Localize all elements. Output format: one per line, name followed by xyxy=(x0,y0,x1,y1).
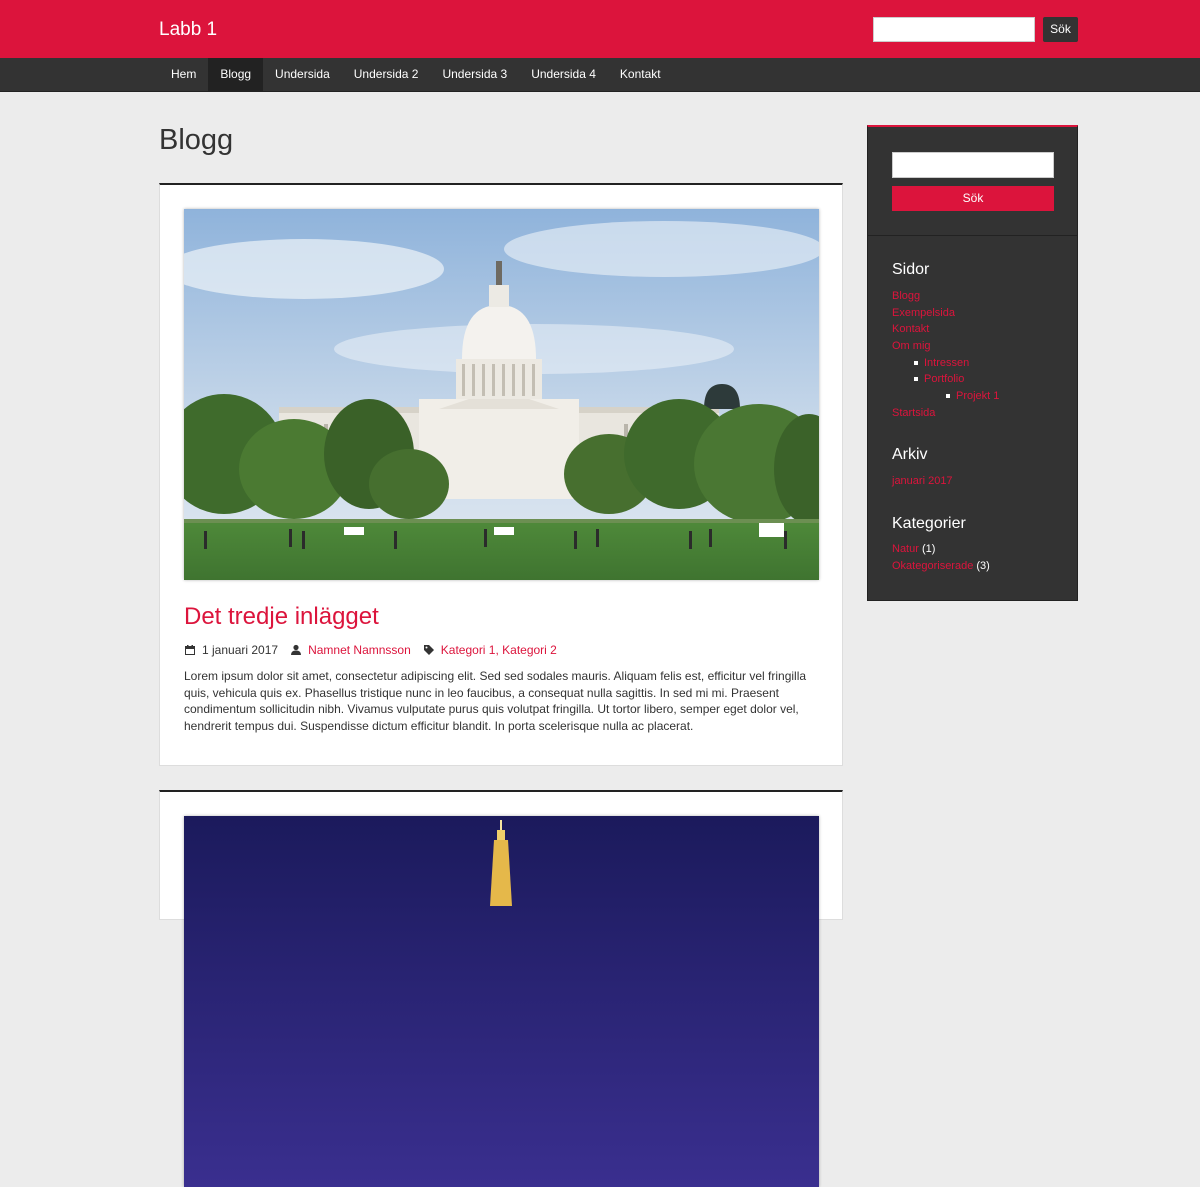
widget-title-pages: Sidor xyxy=(892,261,930,278)
blog-post: Det tredje inlägget 1 januari 2017 Namne… xyxy=(159,183,843,766)
nav-item-undersida-3[interactable]: Undersida 3 xyxy=(430,58,519,91)
archive-link-january-2017[interactable]: januari 2017 xyxy=(892,475,953,487)
sidebar-search-button[interactable]: Sök xyxy=(892,186,1054,211)
sidebar-page-kontakt[interactable]: Kontakt xyxy=(892,323,929,335)
sidebar-page-portfolio[interactable]: Portfolio xyxy=(924,373,964,385)
calendar-icon xyxy=(185,645,195,655)
post-featured-image[interactable] xyxy=(184,816,819,1187)
header-search-input[interactable] xyxy=(873,17,1035,42)
category-link-natur[interactable]: Natur xyxy=(892,543,919,555)
nav-item-hem[interactable]: Hem xyxy=(159,58,208,91)
nav-item-undersida-2[interactable]: Undersida 2 xyxy=(342,58,431,91)
widget-title-archive: Arkiv xyxy=(892,446,928,463)
post-date: 1 januari 2017 xyxy=(202,643,279,657)
nav-item-blogg[interactable]: Blogg xyxy=(208,58,264,91)
header-search-button[interactable]: Sök xyxy=(1043,17,1078,42)
user-icon xyxy=(291,644,302,655)
sidebar-page-intressen[interactable]: Intressen xyxy=(924,357,969,369)
list-bullet xyxy=(914,377,918,381)
post-featured-image[interactable] xyxy=(184,209,819,580)
sidebar-page-startsida[interactable]: Startsida xyxy=(892,407,935,419)
post-excerpt: Lorem ipsum dolor sit amet, consectetur … xyxy=(184,669,807,733)
sidebar-page-projekt-1[interactable]: Projekt 1 xyxy=(956,390,999,402)
sidebar-page-blogg[interactable]: Blogg xyxy=(892,290,920,302)
category-item: Natur (1) xyxy=(892,543,935,555)
sidebar-divider xyxy=(868,235,1077,236)
post-title[interactable]: Det tredje inlägget xyxy=(184,603,379,631)
blog-post xyxy=(159,790,843,1187)
post-author-link[interactable]: Namnet Namnsson xyxy=(308,643,411,657)
post-categories-link[interactable]: Kategori 1, Kategori 2 xyxy=(441,643,557,657)
category-count: (1) xyxy=(921,543,936,555)
sidebar-page-om-mig[interactable]: Om mig xyxy=(892,340,931,352)
category-count: (3) xyxy=(976,560,990,572)
widget-title-categories: Kategorier xyxy=(892,515,966,532)
category-item: Okategoriserade (3) xyxy=(892,560,990,572)
sidebar-search-input[interactable] xyxy=(892,152,1054,178)
tag-icon xyxy=(423,645,434,655)
eiffel-tower-night-image xyxy=(184,816,819,1187)
category-link-okategoriserade[interactable]: Okategoriserade xyxy=(892,560,973,572)
list-bullet xyxy=(914,361,918,365)
list-bullet xyxy=(946,394,950,398)
main-navigation: Hem Blogg Undersida Undersida 2 Undersid… xyxy=(0,58,1200,92)
sidebar-page-exempelsida[interactable]: Exempelsida xyxy=(892,307,955,319)
page-title: Blogg xyxy=(159,124,234,156)
nav-item-undersida[interactable]: Undersida xyxy=(263,58,342,91)
post-meta: 1 januari 2017 Namnet Namnsson Kategori … xyxy=(184,643,557,657)
site-header: Labb 1 Sök xyxy=(0,0,1200,58)
nav-item-kontakt[interactable]: Kontakt xyxy=(608,58,673,91)
nav-item-undersida-4[interactable]: Undersida 4 xyxy=(519,58,608,91)
capitol-building-image xyxy=(184,209,819,580)
sidebar: Sök Sidor Blogg Exempelsida Kontakt Om m… xyxy=(867,125,1078,601)
site-title[interactable]: Labb 1 xyxy=(159,19,217,41)
